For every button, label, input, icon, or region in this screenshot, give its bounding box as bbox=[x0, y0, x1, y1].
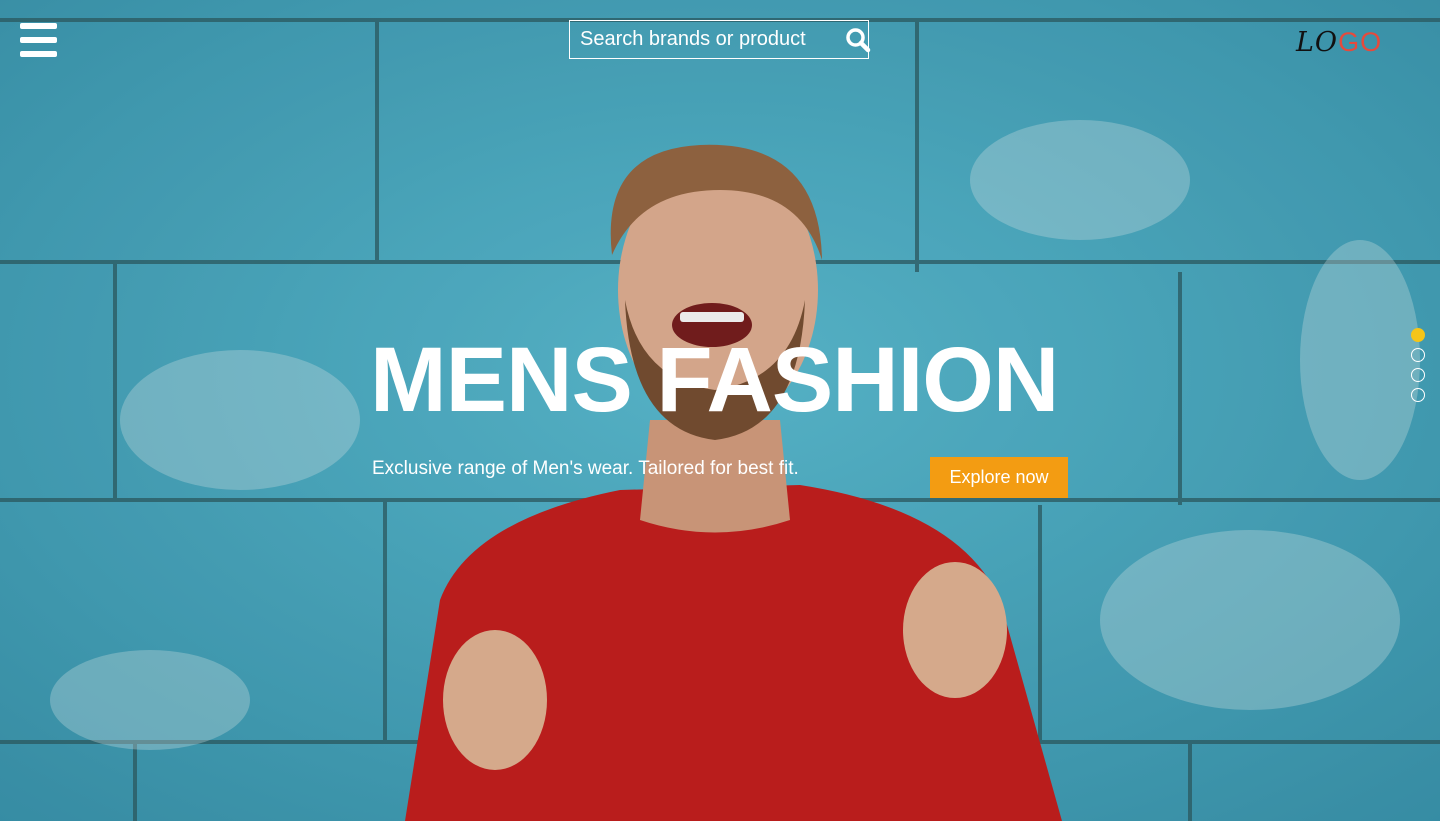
hamburger-icon-bar bbox=[20, 51, 57, 57]
slider-dot-4[interactable] bbox=[1411, 388, 1425, 402]
search-button[interactable] bbox=[845, 21, 871, 58]
hero-subtitle: Exclusive range of Men's wear. Tailored … bbox=[372, 458, 799, 479]
slider-pagination bbox=[1411, 328, 1425, 402]
hero-title: MENS FASHION bbox=[370, 329, 1059, 431]
menu-button[interactable] bbox=[20, 23, 57, 57]
search-box bbox=[569, 20, 871, 59]
hero-banner: LOGO MENS FASHION Exclusive range of Men… bbox=[0, 0, 1440, 821]
search-input[interactable] bbox=[570, 21, 845, 58]
hamburger-icon-bar bbox=[20, 23, 57, 29]
slider-dot-2[interactable] bbox=[1411, 348, 1425, 362]
hamburger-icon-bar bbox=[20, 37, 57, 43]
explore-now-button[interactable]: Explore now bbox=[930, 457, 1068, 498]
logo[interactable]: LOGO bbox=[1296, 27, 1382, 58]
search-icon bbox=[846, 27, 871, 52]
slider-dot-3[interactable] bbox=[1411, 368, 1425, 382]
logo-text-part2: GO bbox=[1338, 27, 1383, 57]
slider-dot-1[interactable] bbox=[1411, 328, 1425, 342]
logo-text-part1: LO bbox=[1296, 27, 1339, 58]
